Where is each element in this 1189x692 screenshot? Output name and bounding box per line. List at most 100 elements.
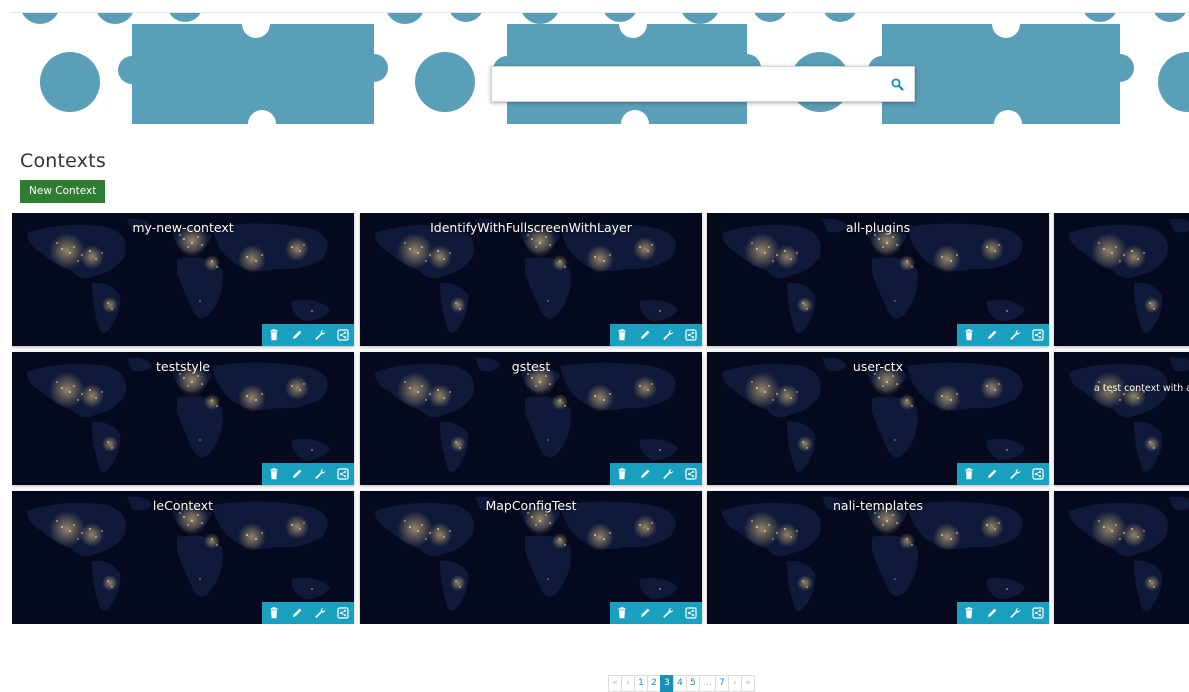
wrench-icon: [1009, 329, 1021, 341]
card-description: a test context with a: [1094, 383, 1189, 394]
card-toolbar: [610, 602, 702, 624]
pencil-button[interactable]: [633, 324, 656, 346]
pencil-icon: [291, 607, 303, 619]
pencil-button[interactable]: [633, 463, 656, 485]
context-card[interactable]: IdentifyWithFullscreenWithLayer: [360, 213, 702, 346]
share-icon: [684, 468, 697, 480]
wrench-icon: [314, 329, 326, 341]
search-input[interactable]: [492, 67, 892, 101]
card-title: MapConfigTest: [485, 498, 577, 513]
card-title: all-plugins: [845, 220, 911, 235]
share-icon: [1031, 329, 1044, 341]
context-card[interactable]: a a test context with a: [1054, 352, 1189, 485]
trash-button[interactable]: [262, 463, 285, 485]
wrench-button[interactable]: [308, 463, 331, 485]
card-toolbar: [610, 324, 702, 346]
pencil-button[interactable]: [980, 602, 1003, 624]
card-toolbar: [957, 324, 1049, 346]
context-grid: my-new-context IdentifyWithFullscreenWit…: [12, 213, 1189, 624]
pagination: « ‹ 1 2 3 4 5 … 7 › »: [608, 675, 755, 692]
trash-icon: [268, 329, 280, 341]
pencil-button[interactable]: [980, 463, 1003, 485]
wrench-button[interactable]: [1003, 602, 1026, 624]
wrench-icon: [314, 468, 326, 480]
wrench-button[interactable]: [1003, 324, 1026, 346]
trash-button[interactable]: [262, 324, 285, 346]
pagination-next[interactable]: ›: [728, 675, 742, 692]
trash-icon: [268, 607, 280, 619]
context-card[interactable]: nali-templates: [707, 491, 1049, 624]
trash-button[interactable]: [957, 324, 980, 346]
wrench-icon: [314, 607, 326, 619]
card-toolbar: [262, 602, 354, 624]
card-title: IdentifyWithFullscreenWithLayer: [430, 220, 632, 235]
pagination-first[interactable]: «: [608, 675, 622, 692]
trash-button[interactable]: [610, 602, 633, 624]
pagination-page[interactable]: 2: [647, 675, 661, 692]
wrench-button[interactable]: [1003, 463, 1026, 485]
card-title: user-ctx: [852, 359, 904, 374]
card-toolbar: [262, 463, 354, 485]
context-card[interactable]: teststyle: [12, 352, 354, 485]
share-button[interactable]: [679, 324, 702, 346]
wrench-icon: [1009, 468, 1021, 480]
context-card[interactable]: [1054, 213, 1189, 346]
trash-icon: [616, 607, 628, 619]
pagination-last[interactable]: »: [741, 675, 755, 692]
trash-button[interactable]: [610, 324, 633, 346]
pagination-page[interactable]: 4: [673, 675, 687, 692]
wrench-button[interactable]: [308, 324, 331, 346]
context-card[interactable]: all-plugins: [707, 213, 1049, 346]
wrench-button[interactable]: [308, 602, 331, 624]
context-card[interactable]: my-new-context: [12, 213, 354, 346]
share-button[interactable]: [1026, 324, 1049, 346]
pagination-page[interactable]: 1: [634, 675, 648, 692]
context-card[interactable]: user-ctx: [707, 352, 1049, 485]
share-button[interactable]: [331, 463, 354, 485]
share-button[interactable]: [1026, 463, 1049, 485]
pencil-icon: [639, 607, 651, 619]
context-card[interactable]: leContext: [12, 491, 354, 624]
share-icon: [336, 607, 349, 619]
pencil-button[interactable]: [285, 602, 308, 624]
card-title: teststyle: [156, 359, 210, 374]
trash-button[interactable]: [610, 463, 633, 485]
pagination-page[interactable]: 5: [686, 675, 700, 692]
share-button[interactable]: [331, 602, 354, 624]
search-box: [491, 66, 915, 102]
pagination-prev[interactable]: ‹: [621, 675, 635, 692]
map-thumbnail: [1054, 491, 1189, 624]
pencil-button[interactable]: [980, 324, 1003, 346]
pencil-icon: [291, 468, 303, 480]
pagination-page[interactable]: 7: [715, 675, 729, 692]
share-button[interactable]: [331, 324, 354, 346]
pencil-button[interactable]: [285, 463, 308, 485]
share-button[interactable]: [679, 602, 702, 624]
wrench-button[interactable]: [656, 324, 679, 346]
wrench-button[interactable]: [656, 463, 679, 485]
pencil-icon: [291, 329, 303, 341]
context-card[interactable]: ide: [1054, 491, 1189, 624]
wrench-icon: [662, 329, 674, 341]
pagination-page-active[interactable]: 3: [660, 675, 674, 692]
pencil-button[interactable]: [633, 602, 656, 624]
trash-button[interactable]: [957, 602, 980, 624]
trash-icon: [616, 468, 628, 480]
card-title: nali-templates: [833, 498, 923, 513]
trash-button[interactable]: [262, 602, 285, 624]
context-card[interactable]: MapConfigTest: [360, 491, 702, 624]
context-card[interactable]: gstest: [360, 352, 702, 485]
trash-button[interactable]: [957, 463, 980, 485]
card-toolbar: [957, 463, 1049, 485]
page-title: Contexts: [20, 150, 106, 172]
share-icon: [1031, 607, 1044, 619]
pencil-button[interactable]: [285, 324, 308, 346]
trash-icon: [963, 607, 975, 619]
share-icon: [1031, 468, 1044, 480]
new-context-button[interactable]: New Context: [20, 180, 106, 203]
share-button[interactable]: [1026, 602, 1049, 624]
share-button[interactable]: [679, 463, 702, 485]
trash-icon: [268, 468, 280, 480]
search-icon[interactable]: [890, 77, 906, 93]
wrench-button[interactable]: [656, 602, 679, 624]
